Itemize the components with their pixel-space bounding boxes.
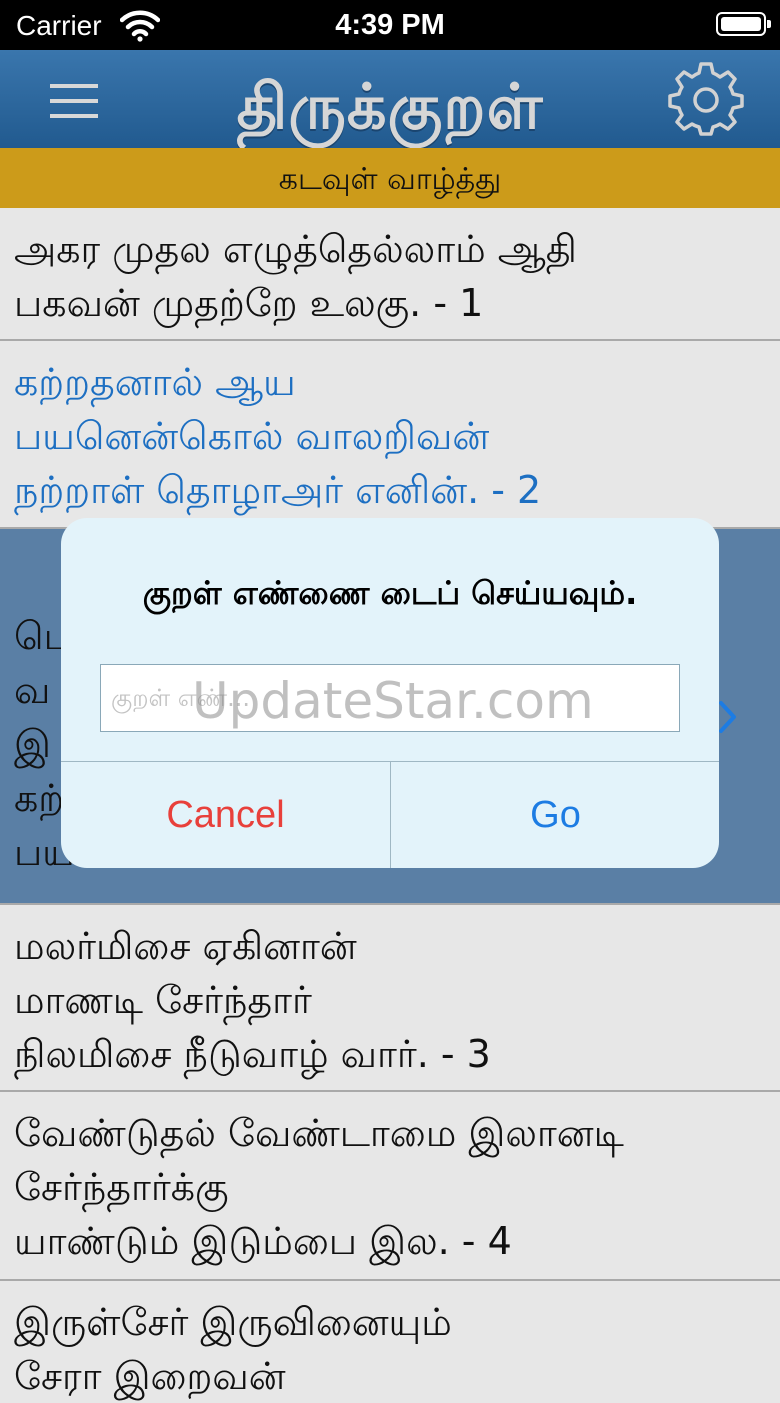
kural-line: மாணடி சேர்ந்தார் bbox=[14, 978, 312, 1022]
status-bar: Carrier 4:39 PM bbox=[0, 0, 780, 50]
gear-icon[interactable] bbox=[668, 62, 744, 138]
kural-line: அகர முதல எழுத்தெல்லாம் ஆதி bbox=[14, 227, 577, 271]
kural-line: யாண்டும் இடும்பை இல. - 4 bbox=[14, 1219, 512, 1263]
kural-line: சேர்ந்தார்க்கு bbox=[14, 1165, 229, 1209]
chapter-header: கடவுள் வாழ்த்து bbox=[0, 148, 780, 208]
kural-line: நிலமிசை நீடுவாழ் வார். - 3 bbox=[14, 1032, 491, 1076]
kural-line: நற்றாள் தொழாஅர் எனின். - 2 bbox=[14, 468, 542, 512]
go-button[interactable]: Go bbox=[391, 762, 719, 868]
clock: 4:39 PM bbox=[335, 9, 445, 41]
kural-row-5[interactable]: இருள்சேர் இருவினையும் சேரா இறைவன் bbox=[0, 1281, 780, 1398]
kural-line: பயனென்கொல் வாலறிவன் bbox=[14, 414, 490, 458]
nav-bar: திருக்குறள் bbox=[0, 50, 780, 148]
kural-line: கற்றதனால் ஆய bbox=[14, 360, 296, 404]
kural-number-dialog: குறள் எண்ணை டைப் செய்யவும். Cancel Go bbox=[61, 518, 719, 868]
kural-line: இருள்சேர் இருவினையும் bbox=[14, 1300, 452, 1344]
app-title: திருக்குறள் bbox=[236, 70, 544, 143]
kural-row-4[interactable]: வேண்டுதல் வேண்டாமை இலானடி சேர்ந்தார்க்கு… bbox=[0, 1092, 780, 1281]
kural-line: மலர்மிசை ஏகினான் bbox=[14, 924, 357, 968]
kural-row-2[interactable]: கற்றதனால் ஆய பயனென்கொல் வாலறிவன் நற்றாள்… bbox=[0, 341, 780, 529]
cancel-button[interactable]: Cancel bbox=[61, 762, 390, 868]
kural-line: சேரா இறைவன் bbox=[14, 1354, 286, 1398]
kural-row-3[interactable]: மலர்மிசை ஏகினான் மாணடி சேர்ந்தார் நிலமிச… bbox=[0, 905, 780, 1092]
chevron-right-icon bbox=[719, 701, 736, 733]
kural-line: வேண்டுதல் வேண்டாமை இலானடி bbox=[14, 1111, 624, 1155]
battery-icon bbox=[716, 12, 771, 36]
kural-row-1[interactable]: அகர முதல எழுத்தெல்லாம் ஆதி பகவன் முதற்றே… bbox=[0, 208, 780, 341]
kural-line: பகவன் முதற்றே உலகு. - 1 bbox=[14, 281, 484, 325]
dialog-message: குறள் எண்ணை டைப் செய்யவும். bbox=[142, 574, 638, 612]
kural-number-field[interactable] bbox=[100, 664, 680, 732]
kural-number-input[interactable] bbox=[101, 665, 679, 731]
